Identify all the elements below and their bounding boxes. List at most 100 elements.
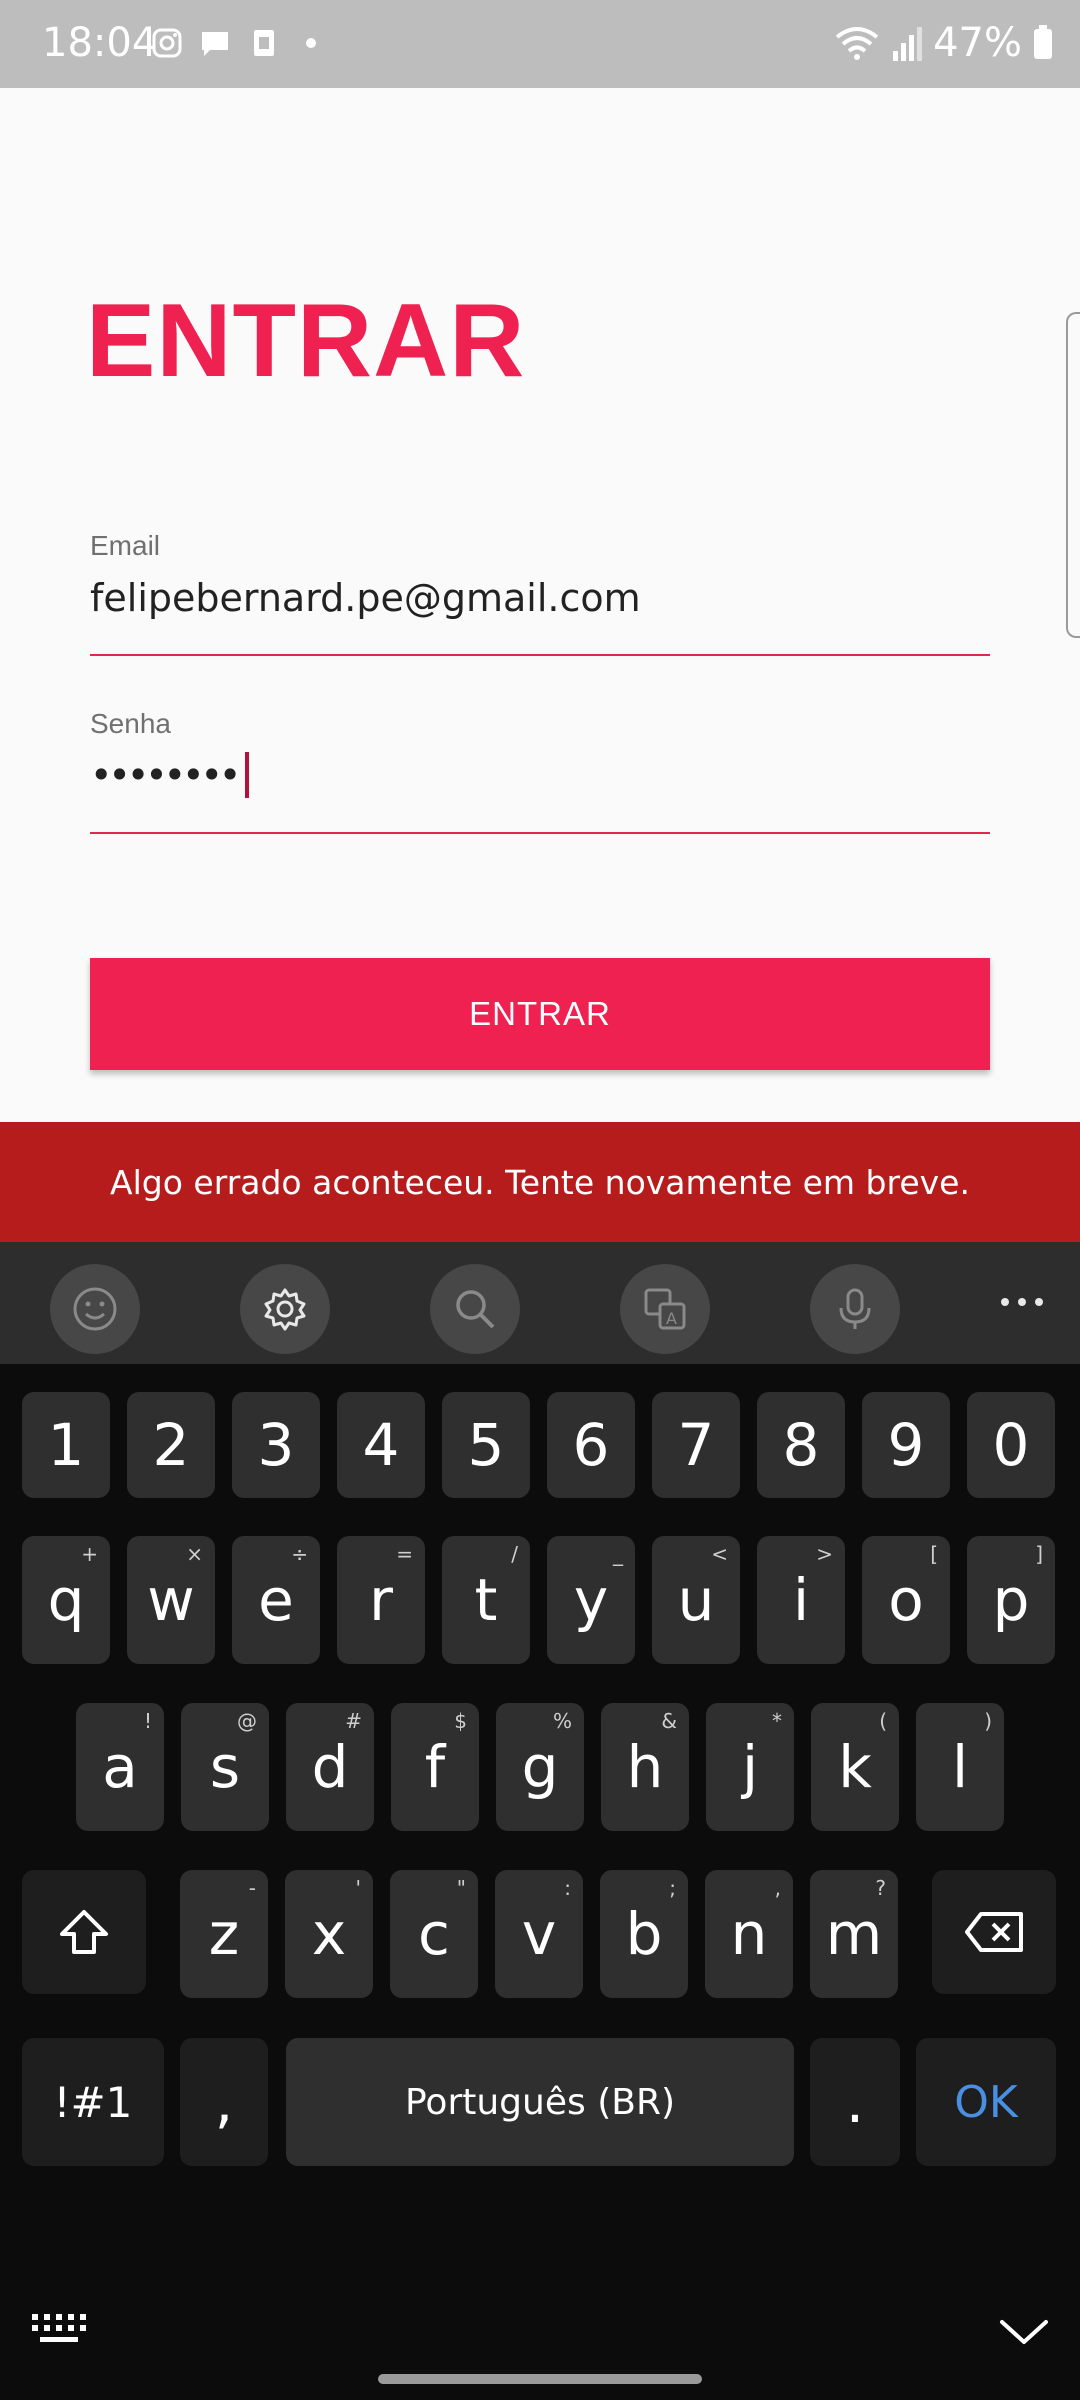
key-secondary-label: ( bbox=[879, 1709, 887, 1733]
shift-key[interactable] bbox=[22, 1870, 146, 1994]
key-secondary-label: ! bbox=[143, 1709, 152, 1733]
key-m[interactable]: m? bbox=[810, 1870, 898, 1998]
key-secondary-label: ? bbox=[875, 1876, 886, 1900]
key-5[interactable]: 5 bbox=[442, 1392, 530, 1498]
key-secondary-label: < bbox=[711, 1542, 728, 1566]
key-label: 9 bbox=[887, 1411, 925, 1479]
status-time: 18:04 bbox=[42, 20, 158, 66]
more-icon bbox=[1001, 1298, 1043, 1306]
key-7[interactable]: 7 bbox=[652, 1392, 740, 1498]
key-w[interactable]: w × bbox=[127, 1536, 215, 1664]
key-2[interactable]: 2 bbox=[127, 1392, 215, 1498]
key-s[interactable]: s @ bbox=[181, 1703, 269, 1831]
key-9[interactable]: 9 bbox=[862, 1392, 950, 1498]
key-label: w bbox=[147, 1566, 195, 1634]
key-k[interactable]: k( bbox=[811, 1703, 899, 1831]
key-label: e bbox=[258, 1566, 294, 1634]
login-button[interactable]: ENTRAR bbox=[90, 958, 990, 1070]
key-secondary-label: > bbox=[816, 1542, 833, 1566]
key-p[interactable]: p] bbox=[967, 1536, 1055, 1664]
key-j[interactable]: j * bbox=[706, 1703, 794, 1831]
key-secondary-label: _ bbox=[613, 1542, 623, 1566]
key-4[interactable]: 4 bbox=[337, 1392, 425, 1498]
key-label: h bbox=[626, 1733, 664, 1801]
key-l[interactable]: l) bbox=[916, 1703, 1004, 1831]
email-input[interactable]: felipebernard.pe@gmail.com bbox=[90, 576, 990, 620]
period-key[interactable]: . bbox=[810, 2038, 900, 2166]
key-i[interactable]: i > bbox=[757, 1536, 845, 1664]
comma-key[interactable]: , bbox=[180, 2038, 268, 2166]
instagram-icon bbox=[152, 28, 182, 58]
key-g[interactable]: g% bbox=[496, 1703, 584, 1831]
key-secondary-label: = bbox=[396, 1542, 413, 1566]
translate-button[interactable]: A bbox=[620, 1264, 710, 1354]
voice-input-button[interactable] bbox=[810, 1264, 900, 1354]
key-secondary-label: ' bbox=[355, 1876, 362, 1900]
error-snackbar: Algo errado aconteceu. Tente novamente e… bbox=[0, 1122, 1080, 1242]
search-button[interactable] bbox=[430, 1264, 520, 1354]
battery-icon bbox=[1034, 25, 1052, 59]
key-label: f bbox=[424, 1733, 446, 1801]
key-o[interactable]: o[ bbox=[862, 1536, 950, 1664]
wifi-icon bbox=[835, 27, 879, 60]
key-b[interactable]: b; bbox=[600, 1870, 688, 1998]
key-u[interactable]: u < bbox=[652, 1536, 740, 1664]
more-options-button[interactable] bbox=[992, 1282, 1052, 1322]
svg-text:A: A bbox=[666, 1309, 677, 1328]
backspace-key[interactable] bbox=[932, 1870, 1056, 1994]
key-3[interactable]: 3 bbox=[232, 1392, 320, 1498]
key-z[interactable]: z- bbox=[180, 1870, 268, 1998]
password-field[interactable]: Senha •••••••• bbox=[90, 708, 990, 834]
symbols-key[interactable]: !#1 bbox=[22, 2038, 164, 2166]
key-secondary-label: % bbox=[552, 1709, 572, 1733]
snackbar-message: Algo errado aconteceu. Tente novamente e… bbox=[110, 1162, 970, 1202]
dot-icon bbox=[306, 38, 316, 48]
key-secondary-label: / bbox=[511, 1542, 518, 1566]
key-secondary-label: # bbox=[345, 1709, 362, 1733]
key-r[interactable]: r = bbox=[337, 1536, 425, 1664]
key-x[interactable]: x ' bbox=[285, 1870, 373, 1998]
keyboard-icon bbox=[32, 2314, 86, 2342]
shift-icon bbox=[60, 1910, 108, 1954]
key-6[interactable]: 6 bbox=[547, 1392, 635, 1498]
key-d[interactable]: d # bbox=[286, 1703, 374, 1831]
settings-button[interactable] bbox=[240, 1264, 330, 1354]
key-secondary-label: ) bbox=[984, 1709, 992, 1733]
email-field[interactable]: Email felipebernard.pe@gmail.com bbox=[90, 530, 990, 656]
key-f[interactable]: f $ bbox=[391, 1703, 479, 1831]
key-label: c bbox=[418, 1900, 450, 1968]
key-h[interactable]: h & bbox=[601, 1703, 689, 1831]
key-label: j bbox=[741, 1733, 759, 1801]
key-label: m bbox=[825, 1900, 883, 1968]
key-label: x bbox=[311, 1900, 347, 1968]
key-label: u bbox=[677, 1566, 715, 1634]
key-t[interactable]: t / bbox=[442, 1536, 530, 1664]
email-underline bbox=[90, 654, 990, 656]
key-e[interactable]: e ÷ bbox=[232, 1536, 320, 1664]
key-1[interactable]: 1 bbox=[22, 1392, 110, 1498]
keyboard-switch-button[interactable] bbox=[30, 2310, 90, 2351]
ok-key[interactable]: OK bbox=[916, 2038, 1056, 2166]
key-c[interactable]: c " bbox=[390, 1870, 478, 1998]
key-label: r bbox=[369, 1566, 393, 1634]
key-n[interactable]: n, bbox=[705, 1870, 793, 1998]
key-0[interactable]: 0 bbox=[967, 1392, 1055, 1498]
edge-panel-handle[interactable] bbox=[1066, 312, 1080, 638]
notification-icons bbox=[150, 26, 328, 60]
key-y[interactable]: y _ bbox=[547, 1536, 635, 1664]
key-label: b bbox=[625, 1900, 663, 1968]
emoji-button[interactable] bbox=[50, 1264, 140, 1354]
space-key[interactable]: Português (BR) bbox=[286, 2038, 794, 2166]
key-label: 7 bbox=[677, 1411, 715, 1479]
key-label: n bbox=[730, 1900, 768, 1968]
key-a[interactable]: a! bbox=[76, 1703, 164, 1831]
key-label: 4 bbox=[362, 1411, 400, 1479]
key-v[interactable]: v: bbox=[495, 1870, 583, 1998]
key-8[interactable]: 8 bbox=[757, 1392, 845, 1498]
hide-keyboard-button[interactable] bbox=[998, 2316, 1050, 2353]
key-label: 2 bbox=[152, 1411, 190, 1479]
home-indicator[interactable] bbox=[378, 2374, 702, 2384]
key-secondary-label: [ bbox=[930, 1542, 938, 1566]
password-input[interactable]: •••••••• bbox=[90, 752, 990, 798]
key-q[interactable]: q + bbox=[22, 1536, 110, 1664]
